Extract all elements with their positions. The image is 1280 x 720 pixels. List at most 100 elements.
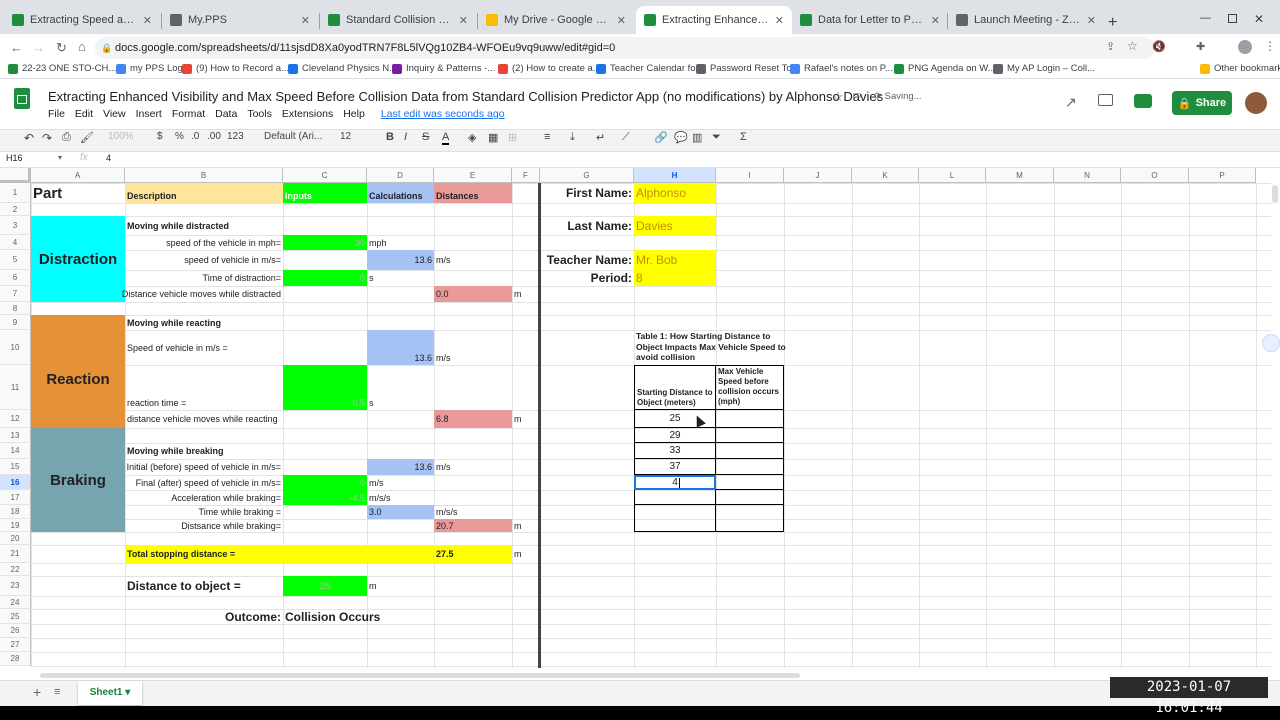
valign-icon[interactable]: ⤓ [570, 131, 575, 144]
url-input[interactable]: 🔒 docs.google.com/spreadsheets/d/11sjsdD8… [95, 37, 1155, 59]
last-name-label[interactable]: Last Name: [540, 216, 634, 235]
row-header[interactable]: 21 [0, 545, 31, 563]
speed-ms2-calc[interactable]: 13.6 [367, 330, 434, 365]
row-header[interactable]: 20 [0, 532, 31, 545]
column-header[interactable]: A [31, 168, 125, 183]
paint-format-icon[interactable]: 🖌 [80, 131, 94, 144]
row-header[interactable]: 18 [0, 505, 31, 519]
strikethrough-button[interactable]: S [422, 131, 429, 143]
browser-tab[interactable]: Data for Letter to Public Official ✕ [792, 6, 948, 34]
row-header[interactable]: 22 [0, 563, 31, 576]
row-header[interactable]: 23 [0, 576, 31, 596]
back-icon[interactable]: ← [10, 40, 23, 55]
name-box-dropdown-icon[interactable]: ▾ [58, 153, 62, 162]
distance-object-input[interactable]: 25 [283, 576, 367, 596]
time-distraction-input[interactable]: 0 [283, 270, 367, 286]
comments-icon[interactable] [1098, 94, 1113, 106]
row-header[interactable]: 6 [0, 270, 31, 286]
browser-tab[interactable]: Standard Collision Predictor App ✕ [320, 6, 476, 34]
bookmark-item[interactable]: (2) How to create a... [498, 63, 601, 74]
browser-menu-icon[interactable]: ⋮ [1264, 39, 1276, 53]
header-description[interactable]: Description [125, 183, 283, 203]
document-title[interactable]: Extracting Enhanced Visibility and Max S… [48, 89, 883, 104]
horizontal-scrollbar[interactable] [40, 673, 800, 678]
row-header[interactable]: 17 [0, 490, 31, 505]
meet-icon[interactable] [1134, 94, 1152, 108]
voice-icon[interactable] [1262, 334, 1280, 352]
accel-label[interactable]: Acceleration while braking= [125, 490, 283, 505]
bookmark-item[interactable]: my PPS Login [116, 63, 190, 74]
row-header[interactable]: 3 [0, 216, 31, 235]
browser-tab[interactable]: Launch Meeting - Zoom ✕ [948, 6, 1104, 34]
table-cell-speed[interactable] [716, 443, 784, 459]
row-header[interactable]: 12 [0, 410, 31, 428]
speed-ms2-label[interactable]: Speed of vehicle in m/s = [125, 330, 283, 365]
redo-icon[interactable]: ↷ [42, 131, 52, 145]
accel-unit[interactable]: m/s/s [367, 490, 434, 505]
row-header[interactable]: 24 [0, 596, 31, 609]
table-cell-speed[interactable] [716, 428, 784, 443]
tab-close-icon[interactable]: ✕ [459, 14, 468, 27]
first-name-label[interactable]: First Name: [540, 183, 634, 203]
final-speed-label[interactable]: Final (after) speed of vehicle in m/s= [125, 475, 283, 490]
period-label[interactable]: Period: [540, 270, 634, 286]
vertical-scrollbar[interactable] [1272, 185, 1278, 203]
distance-object-label[interactable]: Distance to object = [125, 576, 283, 596]
font-size-select[interactable]: 12 [340, 131, 351, 142]
row-header[interactable]: 14 [0, 443, 31, 459]
row-header[interactable]: 2 [0, 203, 31, 216]
font-select[interactable]: Default (Ari... [264, 131, 322, 142]
initial-speed-label[interactable]: Initial (before) speed of vehicle in m/s… [125, 459, 283, 475]
menu-file[interactable]: File [48, 108, 65, 120]
bookmark-item[interactable]: Password Reset Tool [696, 63, 799, 74]
undo-icon[interactable]: ↶ [24, 131, 34, 145]
extensions-icon[interactable]: ✚ [1196, 40, 1205, 53]
row-header[interactable]: 13 [0, 428, 31, 443]
column-header[interactable]: G [540, 168, 634, 183]
row-header[interactable]: 1 [0, 183, 31, 203]
teacher-label[interactable]: Teacher Name: [540, 250, 634, 270]
tab-close-icon[interactable]: ✕ [1087, 14, 1096, 27]
m-unit[interactable]: m [512, 410, 540, 428]
all-sheets-icon[interactable]: ≡ [54, 686, 60, 698]
column-header[interactable]: O [1121, 168, 1189, 183]
time-distraction-label[interactable]: Time of distraction= [125, 270, 283, 286]
tab-close-icon[interactable]: ✕ [931, 14, 940, 27]
currency-button[interactable]: $ [157, 131, 163, 142]
bookmark-item[interactable]: 22-23 ONE STO-CH... [8, 63, 116, 74]
ms-unit[interactable]: m/s [434, 330, 512, 365]
functions-icon[interactable]: Σ [740, 131, 747, 143]
row-header[interactable]: 16 [0, 475, 31, 490]
column-header[interactable]: E [434, 168, 512, 183]
reaction-time-input[interactable]: 0.5 [283, 365, 367, 410]
bookmark-item[interactable]: Teacher Calendar fo... [596, 63, 703, 74]
header-part[interactable]: Part [31, 183, 125, 203]
bold-button[interactable]: B [386, 131, 394, 143]
column-header[interactable]: H [634, 168, 716, 183]
star-icon[interactable]: ☆ [832, 89, 844, 105]
table-cell-speed[interactable] [716, 459, 784, 475]
share-page-icon[interactable]: ⇪ [1106, 40, 1115, 53]
other-bookmarks[interactable]: Other bookmarks [1200, 63, 1280, 74]
bookmark-item[interactable]: (9) How to Record a... [182, 63, 289, 74]
reload-icon[interactable]: ↻ [56, 40, 67, 56]
header-distances[interactable]: Distances [434, 183, 512, 203]
menu-edit[interactable]: Edit [75, 108, 93, 120]
text-color-button[interactable]: A [442, 131, 450, 145]
m-unit[interactable]: m [512, 286, 540, 302]
time-braking-calc[interactable]: 3.0 [367, 505, 434, 519]
window-restore-icon[interactable] [1228, 14, 1237, 23]
formula-input[interactable]: 4 [106, 153, 111, 163]
number-format-select[interactable]: 123 [227, 131, 244, 142]
account-avatar[interactable] [1245, 92, 1267, 114]
moving-reacting-label[interactable]: Moving while reacting [125, 315, 283, 330]
move-icon[interactable]: ▭ [852, 90, 861, 101]
speed-ms-calc[interactable]: 13.6 [367, 250, 434, 270]
time-braking-label[interactable]: Time while braking = [125, 505, 283, 519]
table-header-distance[interactable]: Starting Distance to Object (meters) [634, 365, 716, 410]
m-unit[interactable]: m [512, 545, 540, 563]
bookmark-item[interactable]: Inquiry & Patterns -... [392, 63, 495, 74]
tab-close-icon[interactable]: ✕ [301, 14, 310, 27]
table-cell-distance[interactable] [634, 505, 716, 532]
sheets-logo-icon[interactable] [14, 88, 30, 109]
